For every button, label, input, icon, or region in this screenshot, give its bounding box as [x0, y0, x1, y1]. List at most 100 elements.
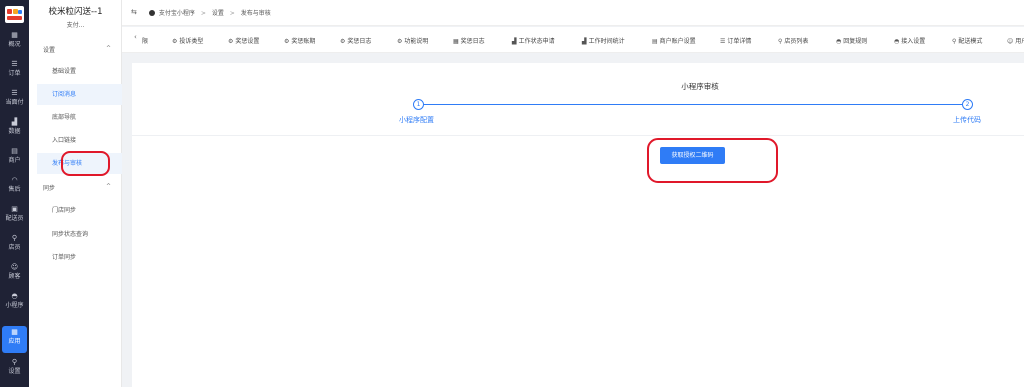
breadcrumb-separator: > [229, 10, 235, 17]
chevron-left-icon[interactable]: ‹ [134, 33, 137, 41]
tab-feature-desc[interactable]: ⚙ 功能说明 [397, 36, 428, 45]
chat-icon: ◓ [11, 292, 18, 300]
tab-label: 投诉类型 [179, 38, 204, 45]
tab-item[interactable]: 限 [142, 36, 148, 45]
secondary-sidebar: 校米粒闪送--1 支付... 设置 ^ 基础设置 订阅消息 底部导航 入口链接 … [29, 0, 122, 387]
main-nav-rail: ▦ 概况 ☰ 订单 ☰ 当面付 ▟ 数据 ▤ 商户 ◠ 售后 ▣ 配送员 ⚲ 店 [0, 0, 29, 387]
highlight-circle [647, 138, 778, 183]
sidebar-item-order-sync[interactable]: 订单同步 [37, 247, 122, 268]
gear-icon: ⚙ [284, 38, 290, 45]
apps-icon: ▦ [11, 328, 18, 336]
tab-reply-rules[interactable]: ◓ 回复规则 [836, 36, 867, 45]
breadcrumb-item: 发布与审核 [240, 10, 271, 17]
sidebar-group-label: 设置 [43, 47, 56, 54]
tab-label: 用户 [1015, 38, 1024, 45]
user-icon: ⚲ [952, 38, 957, 45]
grid-icon: ▦ [453, 38, 459, 45]
sidebar-item-bottom-nav[interactable]: 底部导航 [37, 107, 122, 128]
tab-label: 工作状态申请 [518, 38, 555, 45]
tab-label: 奖惩日志 [460, 38, 485, 45]
tab-order-detail[interactable]: ☰ 订单详情 [720, 36, 751, 45]
rail-item-after-sales[interactable]: ◠ 售后 [0, 176, 29, 202]
store-title: 校米粒闪送--1 [48, 7, 103, 17]
feature-tab-strip: ‹ 限 ⚙ 投诉类型 ⚙ 奖惩设置 ⚙ 奖惩账期 ⚙ 奖惩日志 ⚙ 功能说明 ▦ 奖惩日志 … [122, 27, 1024, 53]
rail-item-apps[interactable]: ▦ 应用 [2, 326, 27, 353]
tab-label: 商户账户设置 [659, 38, 696, 45]
app-root: ▦ 概况 ☰ 订单 ☰ 当面付 ▟ 数据 ▤ 商户 ◠ 售后 ▣ 配送员 ⚲ 店 [0, 0, 1024, 387]
tab-label: 奖惩日志 [347, 38, 372, 45]
rider-icon: ▣ [11, 205, 18, 213]
tab-label: 接入设置 [901, 38, 926, 45]
step-1-label: 小程序配置 [399, 116, 434, 124]
tab-label: 订单详情 [727, 38, 752, 45]
tab-merchant-account[interactable]: ▤ 商户账户设置 [652, 36, 696, 45]
rail-item-staff[interactable]: ⚲ 店员 [0, 234, 29, 260]
rail-item-data[interactable]: ▟ 数据 [0, 118, 29, 144]
tab-work-time-stats[interactable]: ▟ 工作时间统计 [582, 36, 625, 45]
step-2-dot: 2 [962, 99, 973, 110]
tab-access-settings[interactable]: ◓ 接入设置 [894, 36, 925, 45]
store-icon: ▤ [652, 38, 658, 45]
settings-icon: ⚲ [11, 358, 18, 366]
breadcrumb-item[interactable]: 支付宝小程序 [159, 10, 195, 17]
dashboard-icon: ▦ [11, 31, 18, 39]
chevron-up-icon: ^ [105, 45, 111, 52]
tab-label: 功能说明 [404, 38, 429, 45]
sidebar-item-sync-status[interactable]: 同步状态查询 [37, 224, 122, 245]
collapse-sidebar-icon[interactable]: ⇆ [131, 8, 137, 16]
sidebar-item-basic-settings[interactable]: 基础设置 [37, 61, 122, 82]
list-icon: ☰ [11, 89, 18, 97]
store-subtitle: 支付... [66, 22, 85, 29]
tab-reward-log[interactable]: ⚙ 奖惩日志 [340, 36, 371, 45]
sidebar-group-sync[interactable]: 同步 ^ [43, 183, 123, 192]
alipay-icon [149, 10, 155, 16]
tab-complaint-types[interactable]: ⚙ 投诉类型 [172, 36, 203, 45]
rail-item-overview[interactable]: ▦ 概况 [0, 31, 29, 57]
sidebar-item-store-sync[interactable]: 门店同步 [37, 200, 122, 221]
tab-delivery-mode[interactable]: ⚲ 配送模式 [952, 36, 982, 45]
rail-item-mini-program[interactable]: ◓ 小程序 [0, 292, 29, 318]
bar-chart-icon: ▟ [512, 38, 517, 45]
step-2-label: 上传代码 [953, 116, 981, 124]
brand-logo [5, 6, 24, 23]
tab-label: 限 [142, 38, 149, 45]
gear-icon: ⚙ [228, 38, 234, 45]
tab-label: 回复规则 [843, 38, 868, 45]
sidebar-item-subscribe-msg[interactable]: 订阅消息 [37, 84, 122, 105]
main-panel: 小程序审核 1 小程序配置 2 上传代码 获取授权二维码 [132, 63, 1024, 387]
breadcrumb: 支付宝小程序 > 设置 > 发布与审核 [149, 8, 271, 17]
rail-item-settings[interactable]: ⚲ 设置 [0, 358, 29, 384]
tab-reward-log-2[interactable]: ▦ 奖惩日志 [453, 36, 485, 45]
gear-icon: ⚙ [172, 38, 178, 45]
step-1-dot: 1 [413, 99, 424, 110]
tab-staff-list[interactable]: ⚲ 店员列表 [778, 36, 808, 45]
rail-item-label: 应用 [8, 338, 21, 345]
tab-label: 奖惩账期 [291, 38, 316, 45]
rail-item-merchant[interactable]: ▤ 商户 [0, 147, 29, 173]
chat-icon: ◓ [894, 38, 900, 45]
sidebar-group-settings[interactable]: 设置 ^ [43, 45, 123, 54]
user-icon: ⚲ [778, 38, 783, 45]
rail-item-customers[interactable]: ☺ 顾客 [0, 263, 29, 289]
breadcrumb-item[interactable]: 设置 [212, 10, 224, 17]
tab-reward-period[interactable]: ⚙ 奖惩账期 [284, 36, 315, 45]
rail-item-face-pay[interactable]: ☰ 当面付 [0, 89, 29, 115]
tab-work-status-apply[interactable]: ▟ 工作状态申请 [512, 36, 555, 45]
bar-chart-icon: ▟ [582, 38, 587, 45]
user-icon: ⚲ [11, 234, 18, 242]
chevron-up-icon: ^ [105, 183, 111, 190]
tab-users[interactable]: ☺用户 [1007, 36, 1024, 45]
gear-icon: ⚙ [397, 38, 403, 45]
rail-item-orders[interactable]: ☰ 订单 [0, 60, 29, 86]
step-progress-line [424, 104, 965, 105]
list-icon: ☰ [11, 60, 18, 68]
headset-icon: ◠ [11, 176, 18, 184]
tab-label: 配送模式 [958, 38, 983, 45]
sidebar-item-entry-links[interactable]: 入口链接 [37, 130, 122, 151]
tab-reward-settings[interactable]: ⚙ 奖惩设置 [228, 36, 259, 45]
rail-item-rider[interactable]: ▣ 配送员 [0, 205, 29, 231]
steps-title: 小程序审核 [681, 82, 719, 91]
chat-icon: ◓ [836, 38, 842, 45]
customer-icon: ☺ [10, 263, 19, 271]
store-icon: ▤ [11, 147, 18, 155]
